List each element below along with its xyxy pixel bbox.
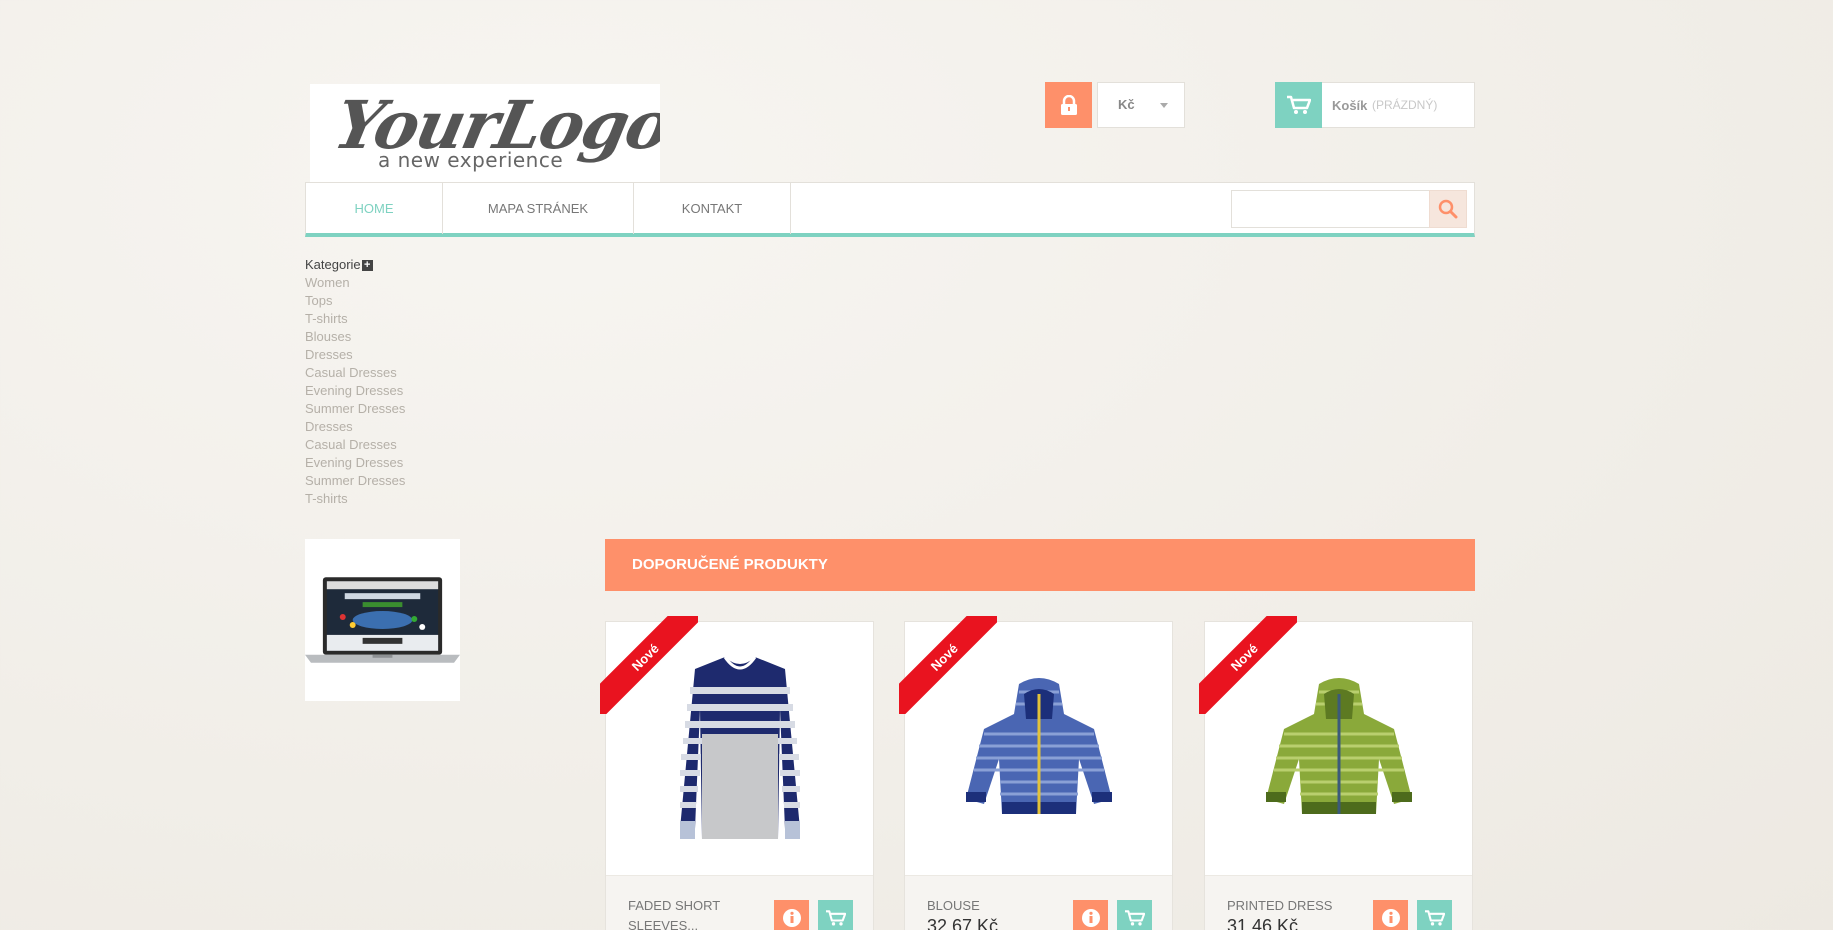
product-price: 32,67 Kč	[927, 916, 999, 930]
info-icon	[1381, 908, 1400, 927]
cart-icon	[1424, 909, 1445, 925]
nav-item-contact[interactable]: KONTAKT	[634, 183, 791, 234]
category-link[interactable]: T-shirts	[305, 310, 405, 328]
category-link[interactable]: Summer Dresses	[305, 472, 405, 490]
logo-tagline: a new experience	[378, 148, 564, 172]
featured-products-header: DOPORUČENÉ PRODUKTY	[605, 539, 1475, 591]
categories-block: Kategorie + Women Tops T-shirts Blouses D…	[305, 256, 405, 508]
category-link[interactable]: Women	[305, 274, 405, 292]
info-icon	[782, 908, 801, 927]
featured-products-title: DOPORUČENÉ PRODUKTY	[632, 556, 828, 573]
product-info: FADED SHORT SLEEVES...	[606, 875, 873, 930]
product-details-button[interactable]	[1373, 900, 1408, 930]
main-nav: HOME MAPA STRÁNEK KONTAKT	[305, 182, 1475, 237]
account-lock-button[interactable]	[1045, 82, 1092, 128]
new-badge: Nové	[600, 616, 698, 714]
category-link[interactable]: Casual Dresses	[305, 436, 405, 454]
add-to-cart-button[interactable]	[1117, 900, 1152, 930]
product-name[interactable]: PRINTED DRESS	[1227, 896, 1367, 916]
add-to-cart-button[interactable]	[818, 900, 853, 930]
category-link[interactable]: Dresses	[305, 346, 405, 364]
cart-title: Košík	[1332, 98, 1368, 113]
expand-plus-icon[interactable]: +	[361, 259, 373, 271]
cart-icon	[1124, 909, 1145, 925]
cart-icon	[825, 909, 846, 925]
cart-icon	[1275, 82, 1322, 128]
search-input[interactable]	[1231, 190, 1431, 228]
new-badge: Nové	[1199, 616, 1297, 714]
laptop-image	[305, 577, 460, 663]
nav-item-home[interactable]: HOME	[306, 183, 443, 234]
product-price: 31,46 Kč	[1227, 916, 1299, 930]
currency-label: Kč	[1118, 97, 1135, 112]
category-link[interactable]: Summer Dresses	[305, 400, 405, 418]
new-badge: Nové	[899, 616, 997, 714]
currency-selector[interactable]: Kč	[1097, 82, 1185, 128]
product-info: PRINTED DRESS 31,46 Kč	[1205, 875, 1472, 930]
product-card[interactable]: Nové PRINTED DRESS 31,46 Kč	[1199, 616, 1473, 930]
category-link[interactable]: T-shirts	[305, 490, 405, 508]
advert-banner[interactable]	[305, 539, 460, 701]
search-button[interactable]	[1429, 190, 1467, 228]
info-icon	[1081, 908, 1100, 927]
product-card[interactable]: Nové FADED SHORT SLEEVES...	[600, 616, 874, 930]
product-name[interactable]: BLOUSE	[927, 896, 1067, 916]
categories-title-text: Kategorie	[305, 257, 361, 272]
product-card[interactable]: Nové BLOUSE 32,67 Kč	[899, 616, 1173, 930]
category-link[interactable]: Dresses	[305, 418, 405, 436]
product-details-button[interactable]	[1073, 900, 1108, 930]
product-info: BLOUSE 32,67 Kč	[905, 875, 1172, 930]
category-link[interactable]: Evening Dresses	[305, 382, 405, 400]
cart-status: (PRÁZDNÝ)	[1372, 98, 1438, 112]
product-name[interactable]: FADED SHORT SLEEVES...	[628, 896, 768, 930]
category-link[interactable]: Evening Dresses	[305, 454, 405, 472]
category-link[interactable]: Tops	[305, 292, 405, 310]
cart-block[interactable]: Košík (PRÁZDNÝ)	[1275, 82, 1475, 128]
add-to-cart-button[interactable]	[1417, 900, 1452, 930]
categories-title[interactable]: Kategorie +	[305, 256, 405, 274]
nav-item-sitemap[interactable]: MAPA STRÁNEK	[443, 183, 634, 234]
search-icon	[1438, 199, 1458, 219]
site-logo[interactable]: YourLogo a new experience	[310, 84, 660, 182]
chevron-down-icon	[1160, 103, 1168, 108]
category-link[interactable]: Blouses	[305, 328, 405, 346]
product-details-button[interactable]	[774, 900, 809, 930]
category-link[interactable]: Casual Dresses	[305, 364, 405, 382]
lock-icon	[1060, 95, 1077, 115]
